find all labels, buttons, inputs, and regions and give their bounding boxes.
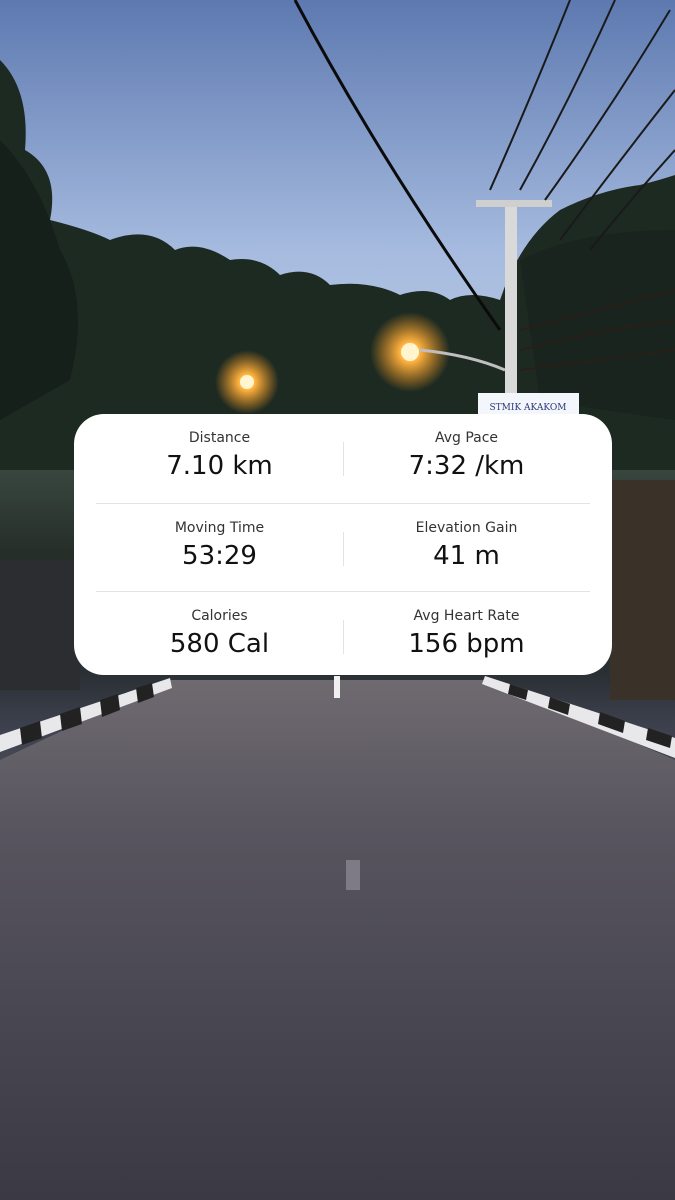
stat-avg-pace: Avg Pace 7:32 /km bbox=[343, 414, 590, 502]
story-background-photo: STMIK AKAKOM Distance 7.10 km Avg Pace 7… bbox=[0, 0, 675, 1200]
activity-stats-card: Distance 7.10 km Avg Pace 7:32 /km Movin… bbox=[74, 414, 612, 675]
stat-label: Avg Heart Rate bbox=[413, 608, 520, 624]
stat-value: 580 Cal bbox=[169, 629, 270, 659]
stats-row: Distance 7.10 km Avg Pace 7:32 /km bbox=[96, 414, 590, 502]
stat-value: 41 m bbox=[433, 541, 500, 571]
stat-value: 7.10 km bbox=[166, 451, 273, 481]
stat-label: Elevation Gain bbox=[415, 520, 518, 536]
stat-elevation-gain: Elevation Gain 41 m bbox=[343, 504, 590, 592]
sign-text: STMIK AKAKOM bbox=[490, 403, 567, 413]
stat-label: Moving Time bbox=[174, 520, 265, 536]
stats-row: Calories 580 Cal Avg Heart Rate 156 bpm bbox=[96, 591, 590, 680]
stat-label: Distance bbox=[188, 430, 251, 446]
stat-label: Calories bbox=[191, 608, 248, 624]
stat-value: 156 bpm bbox=[408, 629, 525, 659]
stat-calories: Calories 580 Cal bbox=[96, 592, 343, 680]
stat-value: 53:29 bbox=[182, 541, 257, 571]
stat-label: Avg Pace bbox=[434, 430, 499, 446]
stats-row: Moving Time 53:29 Elevation Gain 41 m bbox=[96, 503, 590, 592]
stat-distance: Distance 7.10 km bbox=[96, 414, 343, 502]
stat-moving-time: Moving Time 53:29 bbox=[96, 504, 343, 592]
stat-avg-heart-rate: Avg Heart Rate 156 bpm bbox=[343, 592, 590, 680]
stat-value: 7:32 /km bbox=[408, 451, 525, 481]
